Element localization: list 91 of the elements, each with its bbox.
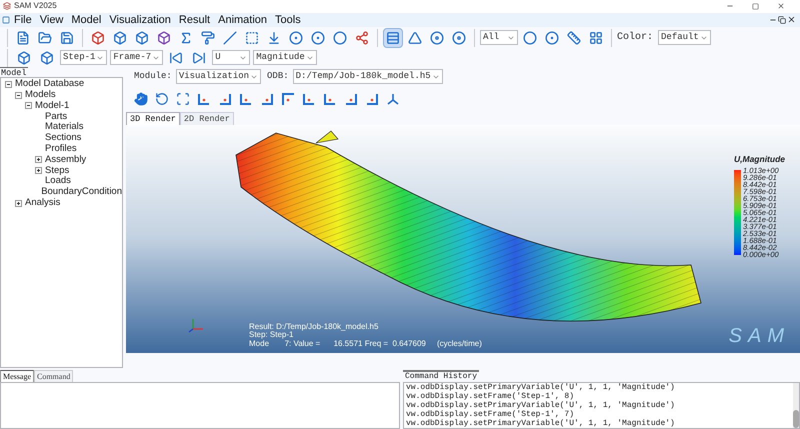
3d-viewport[interactable] [126,124,800,353]
dropdown[interactable]: Step-1 [60,50,108,66]
cube-icon [17,50,31,65]
menu-item[interactable]: Tools [271,12,305,28]
arrow-down-icon [267,30,281,45]
disc-icon [452,30,466,45]
grid-icon [589,30,603,45]
axis-view-icon [323,92,337,106]
close-icon[interactable] [777,2,785,10]
disc-icon [430,30,444,45]
dropdown[interactable]: U [212,50,250,66]
result-info-text: Step: Step-1 [249,331,294,340]
scrollbar-thumb[interactable] [793,410,799,428]
cube-icon [157,30,171,45]
result-info-text: Mode 7: Value = 16.5571 Freq = 0.647609 (cycles/time) [249,340,482,348]
dropdown[interactable]: All [480,30,518,46]
window-title: SAM V2025 [14,0,57,12]
dot-icon [333,30,347,45]
sphere-icon [545,30,559,45]
expand-icon[interactable] [15,200,22,207]
close-icon[interactable] [787,15,796,24]
save-icon [60,30,74,45]
next-icon [192,50,206,65]
cube-icon [135,30,149,45]
result-info-text: Result: D:/Temp/Job-180k_model.h5 [249,322,380,331]
axis-view-icon [197,92,211,106]
mesh-icon [386,30,400,45]
collapse-icon[interactable] [5,80,12,88]
collapse-icon[interactable] [15,92,22,99]
sphere-icon [311,30,325,45]
bottom-tab[interactable]: Command [34,370,74,382]
render-tab[interactable]: 3D Render [126,112,180,125]
paint-roller-icon [201,30,215,45]
command-line: vw.odbDisplay.setPrimaryVariable('U', 1, 1, 'Magnitude') [406,401,676,410]
ruler-icon [567,30,581,45]
axis-view-icon [239,92,253,106]
command-line: vw.odbDisplay.setFrame('Step-1', 7) [406,410,574,420]
previous-icon [169,50,184,65]
menu-item[interactable]: File [10,12,36,28]
pan-icon[interactable] [134,92,148,106]
dashed-square-icon [245,30,259,45]
document-icon [2,16,10,24]
command-line: vw.odbDisplay.setFrame('Step-1', 8) [406,392,574,402]
nodes-icon [355,30,369,45]
color-label: Color: [617,30,654,46]
expand-icon[interactable] [35,156,42,164]
restore-icon[interactable] [778,16,786,24]
expand-icon[interactable] [35,167,42,174]
maximize-icon[interactable] [752,2,759,10]
command-line: vw.odbDisplay.setPrimaryVariable('U', 1, 1, 'Magnitude') [406,383,676,392]
command-line: vw.odbDisplay.setPrimaryVariable('U', 1, 1, 'Magnitude') [406,419,676,428]
fit-view-icon[interactable] [176,92,190,106]
file-icon [16,30,30,45]
logo-text: SAM [728,324,790,349]
dropdown[interactable]: D:/Temp/Job-180k_model.h5 [292,69,443,84]
truss-icon [408,30,422,45]
cube-icon [91,30,105,45]
menu-item[interactable]: Animation [214,12,272,28]
app-icon [3,2,11,10]
render-tab[interactable]: 2D Render [180,112,234,125]
line-icon [223,30,237,45]
dropdown[interactable]: Magnitude [253,50,317,66]
mesh-button[interactable] [383,28,403,48]
folder-icon [38,30,52,45]
axis-triad-icon [188,316,204,333]
dropdown[interactable]: Visualization [176,69,262,84]
menu-item[interactable]: Model [67,12,106,28]
menu-item[interactable]: View [36,12,68,28]
sigma-icon [179,30,193,45]
bottom-tab[interactable]: Message [0,370,34,382]
collapse-icon[interactable] [25,102,32,110]
menu-item[interactable]: Result [174,12,214,28]
cube-icon [113,30,127,45]
menu-item[interactable]: Visualization [105,12,175,28]
circle-icon [523,30,537,45]
scrollbar[interactable] [793,383,799,428]
module-label: Module: [134,70,172,84]
dropdown[interactable]: Frame-7 [110,50,164,66]
legend-title: U,Magnitude [734,152,785,166]
rotate-icon[interactable] [155,92,169,106]
iso-view-icon[interactable] [386,92,400,106]
dropdown[interactable]: Default [658,30,711,46]
axis-view-icon [365,92,379,106]
cube-icon [40,50,54,65]
axis-view-icon [281,92,295,106]
sphere-icon [289,30,303,45]
axis-view-icon [260,92,274,106]
odb-label: ODB: [267,70,289,84]
axis-view-icon [344,92,358,106]
axis-view-icon [302,92,316,106]
axis-view-icon [218,92,232,106]
